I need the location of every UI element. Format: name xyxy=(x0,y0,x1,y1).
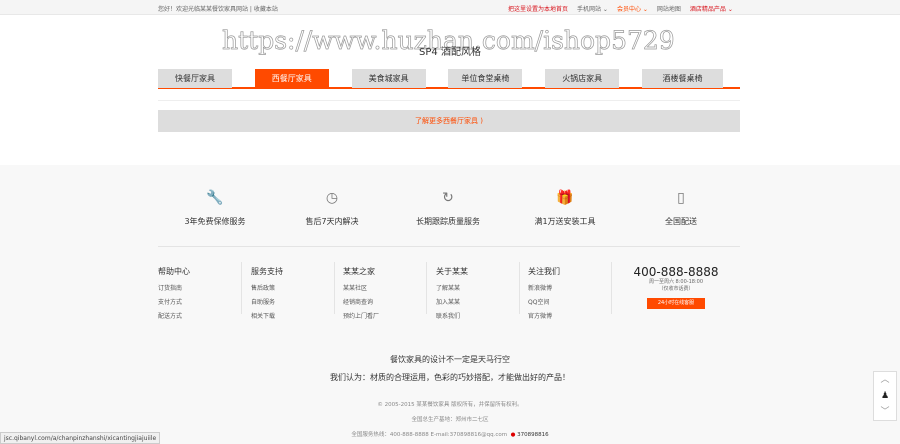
column-separator xyxy=(241,262,242,314)
footer-link[interactable]: 新浪微博 xyxy=(528,283,560,292)
service-label: 长期跟踪质量服务 xyxy=(416,217,480,226)
tab-2[interactable]: 美食城家具 xyxy=(351,69,426,88)
column-separator xyxy=(426,262,427,314)
top-link[interactable]: 网站地图 xyxy=(657,4,681,13)
service-label: 3年免费保修服务 xyxy=(184,217,246,226)
hotline-note: （仅收市话费） xyxy=(658,286,694,292)
footer-link[interactable]: 了解某某 xyxy=(436,283,468,292)
tab-0[interactable]: 快餐厅家具 xyxy=(158,69,232,88)
footer-link[interactable]: 相关下载 xyxy=(251,311,283,320)
column-separator xyxy=(334,262,335,314)
qq-chat-icon[interactable]: ♟ xyxy=(874,388,896,404)
floating-toolbar: ︿ ♟ ﹀ xyxy=(873,371,897,421)
column-separator xyxy=(519,262,520,314)
service-item: ↻ 长期跟踪质量服务 xyxy=(393,190,503,227)
scroll-up-icon[interactable]: ︿ xyxy=(874,372,896,388)
clock-icon: ◷ xyxy=(325,190,339,206)
map-icon: ▯ xyxy=(677,190,685,206)
footer-column: 帮助中心订货指南支付方式配送方式 xyxy=(158,266,190,325)
column-title: 服务支持 xyxy=(251,267,283,276)
hotline-number: 400-888-8888 xyxy=(633,265,719,279)
footer-column: 关注我们新浪微博 QQ空间官方微博 xyxy=(528,266,560,325)
qq-number[interactable]: 370898816 xyxy=(517,432,549,438)
column-title: 关于某某 xyxy=(436,267,468,276)
refresh-icon: ↻ xyxy=(442,190,454,206)
service-item: 🎁 满1万送安装工具 xyxy=(510,190,620,227)
top-link[interactable]: 酒店精品产品 ⌄ xyxy=(690,4,733,13)
footer-link[interactable]: 某某社区 xyxy=(343,283,379,292)
top-link[interactable]: 会员中心 ⌄ xyxy=(617,4,648,13)
service-item: ◷ 售后7天内解决 xyxy=(277,190,387,227)
online-service-button[interactable]: 24小时在线客服 xyxy=(647,298,705,309)
tab-4[interactable]: 火锅店家具 xyxy=(545,69,620,88)
column-title: 关注我们 xyxy=(528,267,560,276)
footer-column: 某某之家某某社区经销商查询预约上门看厂 xyxy=(343,266,379,325)
top-links: 把这里设置为本地首页 手机网站 ⌄ 会员中心 ⌄ 网站地图 酒店精品产品 ⌄ xyxy=(508,4,733,13)
footer-link[interactable]: 支付方式 xyxy=(158,297,190,306)
footer-column: 服务支持售后政策自助服务相关下载 xyxy=(251,266,283,325)
more-button[interactable]: 了解更多西餐厅家具 ) xyxy=(158,110,740,132)
qq-icon[interactable]: ● xyxy=(511,432,516,438)
tab-5[interactable]: 酒楼餐桌椅 xyxy=(642,69,723,88)
welcome-text: 您好！欢迎光临某某餐饮家具网站 | 收藏本站 xyxy=(158,6,278,13)
footer-link[interactable]: 配送方式 xyxy=(158,311,190,320)
footer-link[interactable]: 自助服务 xyxy=(251,297,283,306)
footer-column: 关于某某了解某某加入某某联系我们 xyxy=(436,266,468,325)
footer-link[interactable]: 联系我们 xyxy=(436,311,468,320)
category-tabs: 快餐厅家具 西餐厅家具 美食城家具 单位食堂桌椅 火锅店家具 酒楼餐桌椅 xyxy=(158,69,740,89)
scroll-down-icon[interactable]: ﹀ xyxy=(874,404,896,420)
footer-link[interactable]: QQ空间 xyxy=(528,297,560,306)
service-label: 全国配送 xyxy=(665,217,697,226)
slogan-sub: 我们认为：材质的合理运用，色彩的巧妙搭配，才能做出好的产品！ xyxy=(330,373,570,382)
column-title: 某某之家 xyxy=(343,267,375,276)
section-title: SP4 酒配风格 xyxy=(419,47,481,58)
service-label: 满1万送安装工具 xyxy=(534,217,596,226)
address: 全国总生产基地：郑州市二七区 xyxy=(411,417,489,423)
top-link[interactable]: 把这里设置为本地首页 xyxy=(508,4,568,13)
divider xyxy=(158,246,740,247)
footer-link[interactable]: 官方微博 xyxy=(528,311,560,320)
hotline-hours: 周一至周六 8:00-18:00 xyxy=(648,279,704,285)
hotline: 400-888-8888 周一至周六 8:00-18:00 （仅收市话费） 24… xyxy=(620,265,732,309)
status-bar-url: jsc.qibanyl.com/a/chanpinzhanshi/xicanti… xyxy=(0,432,161,444)
footer-link[interactable]: 订货指南 xyxy=(158,283,190,292)
service-item: ▯ 全国配送 xyxy=(626,190,736,227)
footer-link[interactable]: 预约上门看厂 xyxy=(343,311,379,320)
favorite-link[interactable]: 收藏本站 xyxy=(254,6,278,13)
footer-link[interactable]: 售后政策 xyxy=(251,283,283,292)
footer-link[interactable]: 经销商查询 xyxy=(343,297,379,306)
wrench-icon: 🔧 xyxy=(206,190,224,206)
column-title: 帮助中心 xyxy=(158,267,190,276)
service-item: 🔧 3年免费保修服务 xyxy=(160,190,270,227)
column-separator xyxy=(611,262,612,314)
tab-1[interactable]: 西餐厅家具 xyxy=(254,69,329,88)
divider xyxy=(158,100,740,101)
top-bar: 您好！欢迎光临某某餐饮家具网站 | 收藏本站 把这里设置为本地首页 手机网站 ⌄ 会… xyxy=(0,0,900,15)
footer-link[interactable]: 加入某某 xyxy=(436,297,468,306)
service-label: 售后7天内解决 xyxy=(305,217,359,226)
gift-icon: 🎁 xyxy=(556,190,574,206)
tab-3[interactable]: 单位食堂桌椅 xyxy=(448,69,523,88)
top-link[interactable]: 手机网站 ⌄ xyxy=(577,4,608,13)
copyright: © 2005-2015 某某餐饮家具 版权所有，并保留所有权利。 xyxy=(377,402,523,408)
slogan: 餐饮家具的设计不一定是天马行空 xyxy=(390,355,510,364)
